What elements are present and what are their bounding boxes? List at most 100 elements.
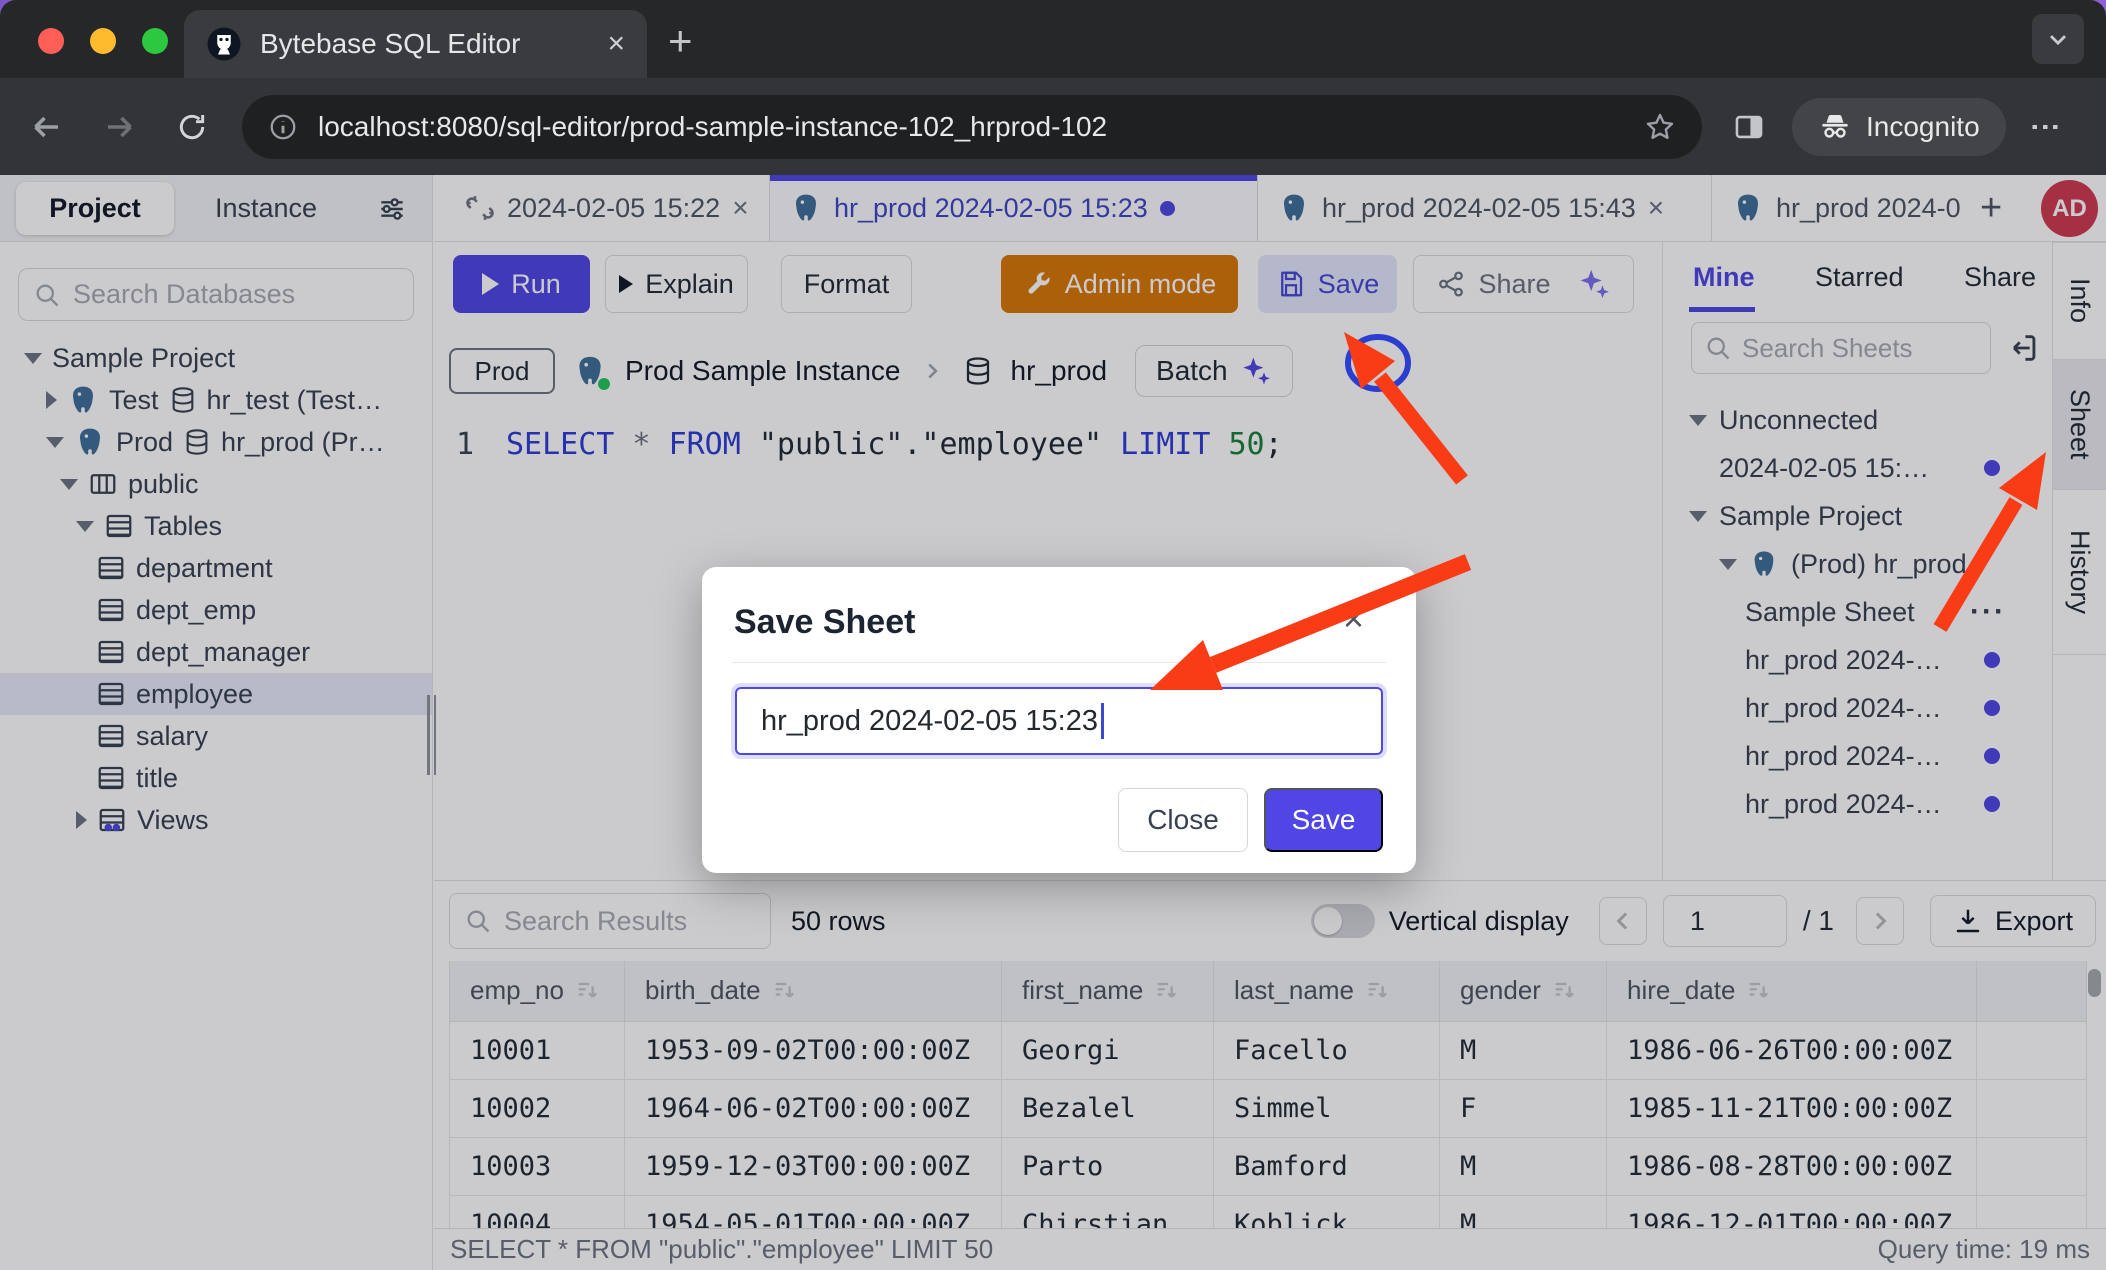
tab-instance[interactable]: Instance — [196, 175, 336, 242]
sort-icon[interactable] — [1745, 977, 1773, 1005]
results-search[interactable] — [449, 893, 771, 949]
instance-name[interactable]: Prod Sample Instance — [625, 355, 901, 387]
tree-item-hr-prod[interactable]: Prod hr_prod (Pr… — [0, 421, 432, 463]
tree-item-department[interactable]: department — [0, 547, 432, 589]
close-icon[interactable]: × — [1648, 192, 1664, 224]
share-button[interactable]: Share — [1413, 255, 1634, 313]
prev-page-button[interactable] — [1599, 897, 1647, 945]
column-header[interactable]: first_name — [1002, 961, 1214, 1021]
sort-icon[interactable] — [771, 977, 799, 1005]
sheet-item[interactable]: hr_prod 2024-… — [1663, 684, 2052, 732]
explain-button[interactable]: Explain — [605, 255, 748, 313]
address-bar[interactable]: localhost:8080/sql-editor/prod-sample-in… — [242, 95, 1702, 159]
avatar[interactable]: AD — [2041, 180, 2098, 237]
new-tab-button[interactable]: + — [668, 14, 693, 68]
sort-icon[interactable] — [1551, 977, 1579, 1005]
sidebar-resize-handle[interactable] — [427, 695, 436, 775]
filter-sliders-icon[interactable] — [376, 193, 408, 225]
window-zoom-button[interactable] — [142, 28, 168, 54]
vertical-display-toggle[interactable] — [1311, 904, 1375, 938]
column-header[interactable]: emp_no — [450, 961, 625, 1021]
results-search-input[interactable] — [504, 906, 756, 937]
sheet-item-sample-sheet[interactable]: Sample Sheet ··· — [1663, 588, 2052, 636]
tree-item-employee[interactable]: employee — [0, 673, 432, 715]
tree-item-hr-test[interactable]: Test hr_test (Test… — [0, 379, 432, 421]
tab-share[interactable]: Share — [1964, 262, 2036, 293]
back-button[interactable] — [28, 109, 64, 145]
page-number-input[interactable] — [1663, 895, 1787, 947]
bookmark-star-icon[interactable] — [1644, 111, 1676, 143]
tree-item-public-schema[interactable]: public — [0, 463, 432, 505]
column-header[interactable]: gender — [1440, 961, 1607, 1021]
caret-down-icon[interactable] — [1689, 511, 1707, 522]
table-row[interactable]: 100031959-12-03T00:00:00ZPartoBamfordM19… — [450, 1137, 2087, 1195]
ai-sparkle-icon[interactable] — [1577, 267, 1611, 301]
dialog-close-icon[interactable]: × — [1343, 601, 1364, 637]
reload-button[interactable] — [176, 111, 208, 143]
table-row[interactable]: 100041954-05-01T00:00:00ZChirstianKoblic… — [450, 1195, 2087, 1228]
caret-down-icon[interactable] — [46, 437, 64, 448]
sort-icon[interactable] — [574, 977, 602, 1005]
window-minimize-button[interactable] — [90, 28, 116, 54]
caret-down-icon[interactable] — [24, 353, 42, 364]
window-close-button[interactable] — [38, 28, 64, 54]
tree-item-views-group[interactable]: Views — [0, 799, 432, 841]
tree-item-salary[interactable]: salary — [0, 715, 432, 757]
import-sheet-icon[interactable] — [2007, 331, 2041, 365]
caret-down-icon[interactable] — [1719, 559, 1737, 570]
batch-button[interactable]: Batch — [1135, 345, 1293, 397]
caret-right-icon[interactable] — [76, 811, 87, 829]
site-info-icon[interactable] — [268, 112, 298, 142]
tab-history[interactable]: History — [2053, 490, 2106, 655]
editor-tab-unsaved[interactable]: 2024-02-05 15:22 × — [445, 175, 770, 241]
tree-item-title[interactable]: title — [0, 757, 432, 799]
sql-code-line[interactable]: 1 SELECT * FROM "public"."employee" LIMI… — [434, 427, 1662, 462]
tab-project[interactable]: Project — [16, 182, 174, 235]
tree-item-tables-group[interactable]: Tables — [0, 505, 432, 547]
sheet-item[interactable]: hr_prod 2024-… — [1663, 732, 2052, 780]
sort-icon[interactable] — [1153, 977, 1181, 1005]
next-page-button[interactable] — [1856, 897, 1904, 945]
tab-info[interactable]: Info — [2053, 242, 2106, 360]
editor-tab-2[interactable]: hr_prod 2024-02-05 15:43 × — [1258, 175, 1712, 241]
table-row[interactable]: 100021964-06-02T00:00:00ZBezalelSimmelF1… — [450, 1079, 2087, 1137]
sheet-search[interactable] — [1691, 322, 1991, 374]
table-row[interactable]: 100011953-09-02T00:00:00ZGeorgiFacelloM1… — [450, 1021, 2087, 1079]
column-header[interactable]: birth_date — [625, 961, 1002, 1021]
forward-button[interactable] — [102, 109, 138, 145]
environment-chip[interactable]: Prod — [449, 348, 555, 394]
column-header[interactable]: last_name — [1214, 961, 1440, 1021]
database-name[interactable]: hr_prod — [1011, 355, 1108, 387]
tab-mine[interactable]: Mine — [1693, 262, 1755, 293]
sheet-item[interactable]: hr_prod 2024-… — [1663, 780, 2052, 828]
side-panel-icon[interactable] — [1732, 110, 1766, 144]
sheet-group-sample-project[interactable]: Sample Project — [1663, 492, 2052, 540]
sort-icon[interactable] — [1364, 977, 1392, 1005]
database-search[interactable] — [18, 268, 414, 321]
editor-tab-3[interactable]: hr_prod 2024-0 — [1712, 175, 1960, 241]
tree-item-dept-manager[interactable]: dept_manager — [0, 631, 432, 673]
save-button[interactable]: Save — [1264, 788, 1383, 852]
more-options-icon[interactable]: ··· — [1970, 595, 2006, 629]
browser-tab[interactable]: Bytebase SQL Editor × — [184, 10, 647, 78]
sheet-search-input[interactable] — [1742, 333, 1978, 364]
export-button[interactable]: Export — [1930, 895, 2096, 947]
run-button[interactable]: Run — [453, 255, 590, 313]
column-header[interactable]: hire_date — [1607, 961, 1977, 1021]
tree-item-sample-project[interactable]: Sample Project — [0, 337, 432, 379]
close-icon[interactable]: × — [732, 192, 748, 224]
caret-down-icon[interactable] — [1689, 415, 1707, 426]
tree-item-dept-emp[interactable]: dept_emp — [0, 589, 432, 631]
caret-down-icon[interactable] — [60, 479, 78, 490]
tab-sheet[interactable]: Sheet — [2053, 360, 2106, 490]
caret-down-icon[interactable] — [76, 521, 94, 532]
sheet-name-input[interactable]: hr_prod 2024-02-05 15:23 — [735, 687, 1383, 755]
sheet-item[interactable]: 2024-02-05 15:… — [1663, 444, 2052, 492]
caret-right-icon[interactable] — [46, 391, 57, 409]
admin-mode-button[interactable]: Admin mode — [1001, 255, 1238, 313]
save-sheet-button[interactable]: Save — [1258, 255, 1397, 313]
format-button[interactable]: Format — [781, 255, 912, 313]
database-search-input[interactable] — [73, 279, 399, 310]
tab-close-icon[interactable]: × — [607, 27, 625, 61]
scrollbar-thumb[interactable] — [2088, 969, 2101, 997]
